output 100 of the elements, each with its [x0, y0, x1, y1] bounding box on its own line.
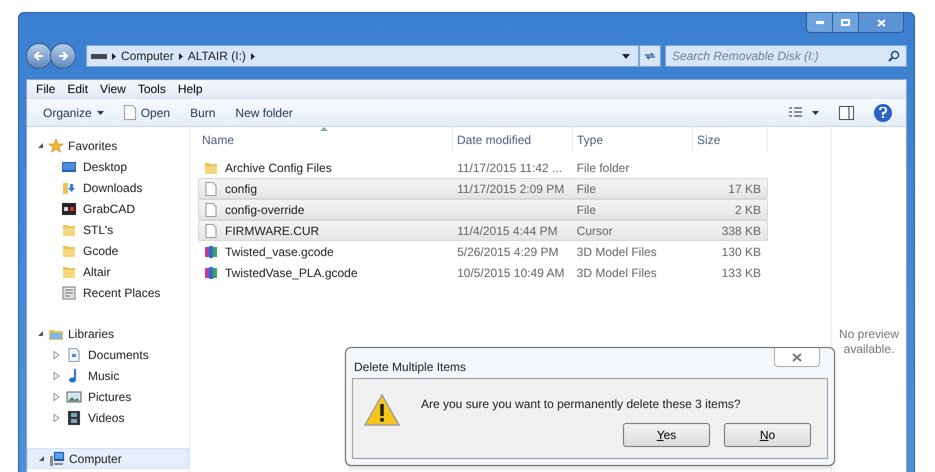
type-cell: File: [576, 202, 596, 216]
menu-item[interactable]: File: [30, 80, 62, 98]
collapsed-arrow-icon[interactable]: [53, 392, 60, 400]
preview-message: No preview available.: [838, 327, 900, 357]
dialog-title: Delete Multiple Items: [354, 359, 466, 376]
column-header[interactable]: Size: [693, 127, 768, 153]
dialog-button[interactable]: No: [724, 423, 811, 447]
type-cell: 3D Model Files: [576, 266, 657, 280]
nav-item[interactable]: Videos: [27, 407, 189, 428]
menu-item[interactable]: Edit: [61, 80, 94, 98]
nav-item[interactable]: STL's: [27, 219, 189, 240]
column-header[interactable]: Name: [198, 127, 453, 153]
collapsed-arrow-icon[interactable]: [53, 414, 60, 422]
nav-section[interactable]: Computer: [27, 448, 189, 469]
nav-section[interactable]: Libraries: [27, 323, 189, 344]
chevron-icon[interactable]: [250, 52, 255, 60]
type-cell: 3D Model Files: [576, 244, 657, 258]
nav-item[interactable]: Downloads: [27, 177, 189, 198]
nav-item[interactable]: Documents: [27, 344, 189, 365]
file-row[interactable]: Twisted_vase.gcode 5/26/2015 4:29 PM 3D Model Files 130 KB: [198, 241, 768, 262]
nav-item[interactable]: Music: [27, 365, 189, 386]
column-header[interactable]: Type: [573, 127, 693, 153]
expanded-arrow-icon[interactable]: [38, 455, 45, 462]
file-icon: [203, 222, 219, 238]
file-name: TwistedVase_PLA.gcode: [225, 264, 358, 282]
back-button[interactable]: [26, 43, 52, 69]
chevron-icon[interactable]: [112, 52, 116, 60]
back-arrow-icon: [33, 50, 45, 62]
breadcrumb[interactable]: Computer: [121, 47, 174, 65]
collapsed-arrow-icon[interactable]: [53, 350, 60, 358]
search-icon: [888, 50, 900, 62]
caret-icon: [96, 110, 104, 114]
file-icon: [203, 180, 219, 196]
file-icon: [124, 105, 136, 120]
nav-item[interactable]: GrabCAD: [27, 198, 189, 219]
date-cell: 10/5/2015 10:49 AM: [457, 266, 564, 280]
forward-arrow-icon: [57, 50, 69, 62]
help-icon: [879, 107, 887, 118]
warning-icon: [363, 393, 401, 427]
logo-icon: [61, 200, 77, 216]
film-icon: [66, 410, 82, 426]
toolbar-button[interactable]: New folder: [227, 102, 301, 124]
file-name: Archive Config Files: [225, 160, 332, 176]
toolbar-button[interactable]: Open: [116, 102, 178, 124]
file-row[interactable]: Archive Config Files 11/17/2015 11:42 ... File folder: [198, 157, 768, 178]
refresh-icon: [644, 51, 656, 61]
forward-button[interactable]: [50, 43, 76, 69]
menu-item[interactable]: Tools: [132, 80, 172, 98]
help-button[interactable]: [874, 104, 892, 122]
size-cell: 133 KB: [722, 266, 761, 280]
file-name: FIRMWARE.CUR: [225, 222, 320, 240]
search-field[interactable]: Search Removable Disk (I:): [665, 45, 907, 67]
menu-item[interactable]: View: [94, 80, 132, 98]
collapsed-arrow-icon[interactable]: [53, 372, 60, 380]
address-bar[interactable]: Computer ALTAIR (I:): [86, 45, 639, 67]
expanded-arrow-icon[interactable]: [37, 142, 44, 149]
refresh-button[interactable]: [639, 45, 661, 67]
toolbar-button[interactable]: Burn: [182, 102, 224, 124]
date-cell: 5/26/2015 4:29 PM: [457, 244, 558, 258]
close-button[interactable]: [859, 13, 903, 32]
menu-item[interactable]: Help: [172, 80, 209, 98]
document-icon: [66, 346, 82, 362]
minimize-button[interactable]: [807, 13, 833, 32]
type-cell: Cursor: [576, 224, 613, 238]
nav-item[interactable]: Gcode: [27, 240, 189, 261]
file-icon: [203, 202, 219, 218]
file-row[interactable]: config-override File 2 KB: [198, 199, 768, 220]
date-cell: 11/17/2015 2:09 PM: [457, 182, 564, 196]
nav-item[interactable]: Recent Places: [27, 282, 189, 303]
column-header[interactable]: Date modified: [453, 127, 573, 153]
computer-icon: [49, 450, 65, 466]
recent-places-icon: [61, 284, 77, 300]
breadcrumb[interactable]: ALTAIR (I:): [188, 47, 246, 65]
close-button[interactable]: [774, 348, 820, 367]
expanded-arrow-icon[interactable]: [37, 330, 44, 337]
nav-item[interactable]: Altair: [27, 261, 189, 282]
nav-item[interactable]: Desktop: [27, 156, 189, 177]
file-name: Twisted_vase.gcode: [225, 244, 334, 260]
file-row[interactable]: config 11/17/2015 2:09 PM File 17 KB: [198, 178, 768, 199]
file-row[interactable]: FIRMWARE.CUR 11/4/2015 4:44 PM Cursor 338 KB: [198, 220, 768, 241]
file-row[interactable]: TwistedVase_PLA.gcode 10/5/2015 10:49 AM 3D Model Files 133 KB: [198, 262, 768, 283]
toolbar-button[interactable]: Organize: [35, 102, 112, 124]
size-cell: 17 KB: [728, 182, 761, 196]
dropdown-arrow-icon[interactable]: [622, 54, 630, 58]
close-icon: [792, 352, 802, 362]
nav-section[interactable]: Favorites: [27, 135, 189, 156]
date-cell: 11/17/2015 11:42 ...: [457, 160, 562, 174]
size-cell: 338 KB: [722, 224, 761, 238]
close-icon: [876, 18, 886, 26]
date-cell: 11/4/2015 4:44 PM: [457, 224, 558, 238]
type-cell: File folder: [576, 160, 630, 174]
drive-icon: [91, 52, 107, 60]
model-file-icon: [203, 264, 219, 280]
chevron-icon[interactable]: [178, 52, 183, 60]
size-cell: 2 KB: [734, 202, 761, 216]
maximize-button[interactable]: [833, 13, 859, 32]
dialog-button[interactable]: Yes: [623, 423, 710, 447]
search-input[interactable]: Search Removable Disk (I:): [672, 47, 888, 65]
size-cell: 130 KB: [722, 244, 761, 258]
nav-item[interactable]: Pictures: [27, 386, 189, 407]
